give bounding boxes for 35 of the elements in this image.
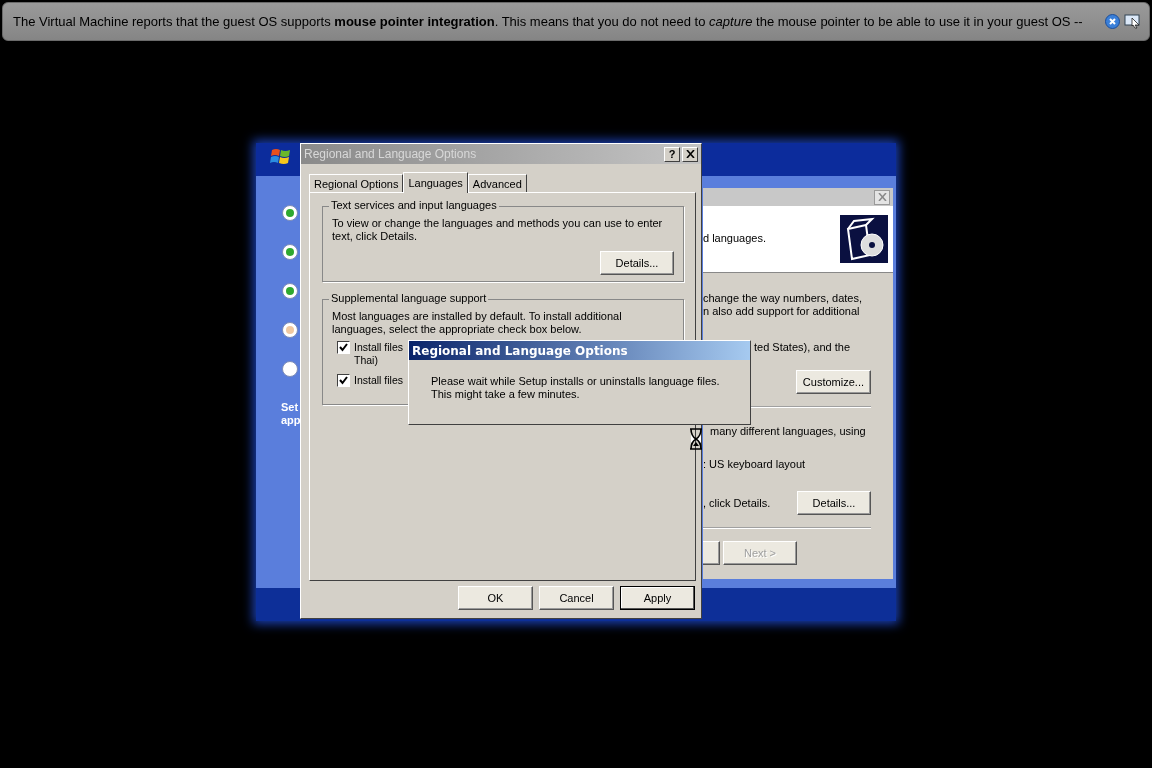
description-text: Most languages are installed by default. To install additional languages, select the appropriate check box below. <box>332 310 623 336</box>
sidebar-text: Set app <box>281 401 301 427</box>
group-title: Text services and input languages <box>329 199 499 211</box>
close-icon <box>877 193 887 201</box>
tab[interactable]: Regional Options <box>309 174 404 192</box>
back-button[interactable] <box>703 541 720 565</box>
pointer-integration-icon[interactable] <box>1124 14 1141 29</box>
checkbox-label: Install files <box>354 374 404 387</box>
close-icon[interactable] <box>1105 14 1120 29</box>
checkbox[interactable] <box>337 341 350 354</box>
flag-logo-icon <box>270 147 292 167</box>
help-button[interactable]: ? <box>664 146 680 162</box>
customize-button[interactable]: Customize... <box>795 370 871 394</box>
dialog-button[interactable]: Cancel <box>539 586 614 610</box>
checkbox[interactable] <box>337 374 350 387</box>
body-text: change the way numbers, dates, n also add support for additional <box>703 292 863 318</box>
window-title: Regional and Language Options <box>304 147 478 161</box>
progress-message: Please wait while Setup installs or uninstalls language files. This might take a few minutes. <box>431 375 721 401</box>
tab[interactable]: Advanced <box>467 174 527 192</box>
tab[interactable]: Languages <box>403 172 468 193</box>
group-title: Supplemental language support <box>329 292 489 304</box>
body-text: many different languages, using <box>709 425 867 438</box>
details-button[interactable]: Details... <box>797 491 871 515</box>
body-text: , click Details. <box>703 496 771 510</box>
close-icon <box>685 150 695 158</box>
dialog-button[interactable]: OK <box>458 586 533 610</box>
body-text: ted States), and the <box>753 341 851 354</box>
progress-title: Regional and Language Options <box>409 341 750 360</box>
body-text: : US keyboard layout <box>703 458 807 471</box>
dialog-button[interactable]: Apply <box>620 586 695 610</box>
header-text: d languages. <box>703 232 766 244</box>
notification-message: The Virtual Machine reports that the guest OS supports mouse pointer integration. This means that you do not need to capture the mouse pointer to be able to use it in your guest OS -- <box>13 14 1084 29</box>
checkbox-label: Install files Thai) <box>354 341 404 367</box>
details-button[interactable]: Details... <box>600 251 674 275</box>
description-text: To view or change the languages and methods you can use to enter text, click Details. <box>332 217 664 243</box>
